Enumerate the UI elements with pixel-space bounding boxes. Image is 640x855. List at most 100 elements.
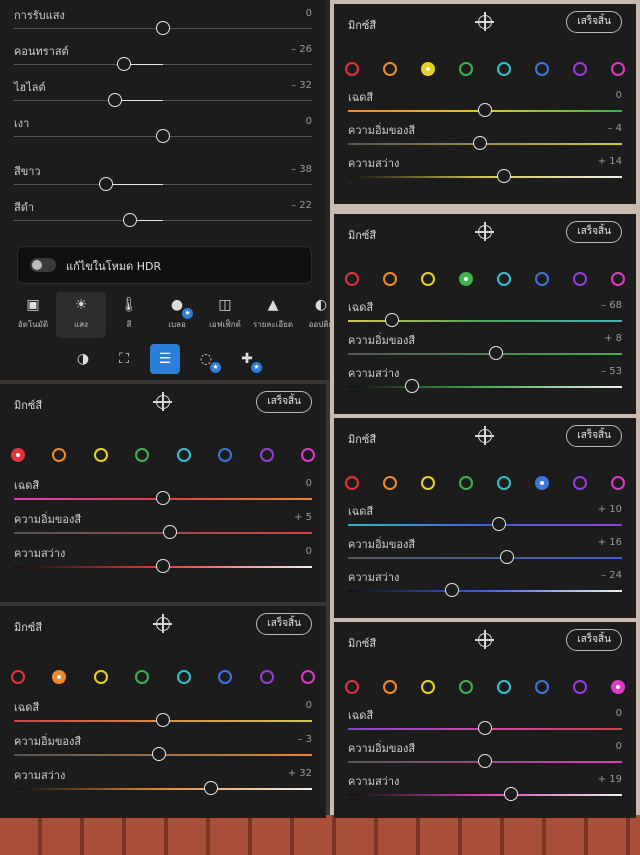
- slider-thumb[interactable]: [488, 346, 503, 360]
- color-swatch[interactable]: [611, 62, 625, 76]
- slider-thumb[interactable]: [405, 379, 420, 393]
- color-swatch[interactable]: [459, 476, 473, 490]
- color-swatch[interactable]: [93, 448, 108, 462]
- color-swatch[interactable]: [176, 448, 191, 462]
- hdr-toggle[interactable]: [30, 258, 56, 272]
- done-button[interactable]: เสร็จสิ้น: [256, 391, 312, 413]
- color-swatch[interactable]: [259, 670, 274, 684]
- hdr-mode-toggle-row[interactable]: แก้ไขในโหมด HDR: [17, 246, 312, 284]
- tool-sun[interactable]: ☀ แสง: [56, 292, 106, 338]
- slider-thumb[interactable]: [156, 129, 170, 143]
- color-swatch[interactable]: [535, 680, 549, 694]
- color-swatch[interactable]: [497, 680, 511, 694]
- color-swatch[interactable]: [383, 680, 397, 694]
- slider-track[interactable]: [348, 353, 622, 355]
- color-swatch[interactable]: [135, 670, 150, 684]
- color-swatch[interactable]: [459, 62, 473, 76]
- tool-effects[interactable]: ◫ เอฟเฟ็กต์: [200, 292, 250, 338]
- slider-track[interactable]: [348, 794, 622, 796]
- slider-thumb[interactable]: [117, 57, 132, 71]
- color-swatch[interactable]: [497, 272, 511, 286]
- color-swatch[interactable]: [135, 448, 150, 462]
- color-swatch[interactable]: [459, 272, 473, 286]
- color-swatch[interactable]: [573, 62, 587, 76]
- slider-track[interactable]: [348, 557, 622, 559]
- target-adjust-icon[interactable]: [475, 426, 494, 445]
- color-swatch[interactable]: [345, 680, 359, 694]
- color-swatch[interactable]: [573, 680, 587, 694]
- slider-thumb[interactable]: [156, 559, 170, 573]
- color-swatch[interactable]: [11, 448, 25, 462]
- color-swatch[interactable]: [176, 670, 191, 684]
- color-swatch[interactable]: [421, 476, 435, 490]
- slider-track[interactable]: [14, 100, 312, 101]
- color-swatch[interactable]: [301, 448, 315, 462]
- tab-sliders[interactable]: ☰: [150, 344, 180, 374]
- slider-track[interactable]: [14, 788, 312, 790]
- color-swatch[interactable]: [535, 272, 549, 286]
- color-swatch[interactable]: [52, 448, 67, 462]
- slider-track[interactable]: [14, 220, 312, 221]
- slider-thumb[interactable]: [156, 713, 170, 727]
- slider-track[interactable]: [14, 64, 312, 65]
- done-button[interactable]: เสร็จสิ้น: [566, 629, 622, 651]
- tool-thermometer[interactable]: 🌡 สี: [104, 292, 154, 338]
- slider-thumb[interactable]: [478, 721, 492, 735]
- color-swatch[interactable]: [611, 272, 625, 286]
- tab-masking[interactable]: ◌ ★: [191, 344, 221, 374]
- color-swatch[interactable]: [535, 476, 549, 490]
- slider-thumb[interactable]: [99, 177, 114, 191]
- slider-thumb[interactable]: [203, 781, 218, 795]
- color-swatch[interactable]: [535, 62, 549, 76]
- color-swatch[interactable]: [345, 272, 359, 286]
- target-adjust-icon[interactable]: [475, 630, 494, 649]
- slider-thumb[interactable]: [497, 169, 512, 183]
- slider-thumb[interactable]: [151, 747, 166, 761]
- color-swatch[interactable]: [497, 62, 511, 76]
- slider-thumb[interactable]: [123, 213, 138, 227]
- color-swatch[interactable]: [573, 476, 587, 490]
- color-swatch[interactable]: [383, 272, 397, 286]
- slider-track[interactable]: [348, 524, 622, 526]
- color-swatch[interactable]: [259, 448, 274, 462]
- slider-thumb[interactable]: [478, 103, 492, 117]
- slider-thumb[interactable]: [499, 550, 514, 564]
- slider-thumb[interactable]: [472, 136, 487, 150]
- color-swatch[interactable]: [383, 476, 397, 490]
- color-swatch[interactable]: [421, 272, 435, 286]
- tab-healing[interactable]: ✚ ★: [232, 344, 262, 374]
- slider-thumb[interactable]: [491, 517, 506, 531]
- color-swatch[interactable]: [611, 680, 625, 694]
- color-swatch[interactable]: [421, 62, 435, 76]
- slider-track[interactable]: [348, 590, 622, 592]
- slider-thumb[interactable]: [504, 787, 519, 801]
- color-swatch[interactable]: [218, 670, 233, 684]
- color-swatch[interactable]: [11, 670, 25, 684]
- done-button[interactable]: เสร็จสิ้น: [566, 425, 622, 447]
- slider-track[interactable]: [348, 176, 622, 178]
- color-swatch[interactable]: [218, 448, 233, 462]
- tool-drop[interactable]: ● เบลอ ★: [152, 292, 202, 338]
- color-swatch[interactable]: [497, 476, 511, 490]
- target-adjust-icon[interactable]: [475, 12, 494, 31]
- slider-thumb[interactable]: [156, 491, 170, 505]
- slider-thumb[interactable]: [108, 93, 123, 107]
- slider-track[interactable]: [348, 386, 622, 388]
- color-swatch[interactable]: [301, 670, 315, 684]
- done-button[interactable]: เสร็จสิ้น: [256, 613, 312, 635]
- tool-auto-image[interactable]: ▣ อัตโนมัติ: [8, 292, 58, 338]
- color-swatch[interactable]: [383, 62, 397, 76]
- color-swatch[interactable]: [93, 670, 108, 684]
- color-swatch[interactable]: [459, 680, 473, 694]
- slider-thumb[interactable]: [445, 583, 460, 597]
- color-swatch[interactable]: [52, 670, 67, 684]
- color-swatch[interactable]: [573, 272, 587, 286]
- tool-triangle[interactable]: ▲ รายละเอียด: [248, 292, 298, 338]
- slider-thumb[interactable]: [384, 313, 399, 327]
- done-button[interactable]: เสร็จสิ้น: [566, 11, 622, 33]
- target-adjust-icon[interactable]: [153, 614, 172, 633]
- color-swatch[interactable]: [345, 476, 359, 490]
- color-swatch[interactable]: [611, 476, 625, 490]
- target-adjust-icon[interactable]: [475, 222, 494, 241]
- slider-thumb[interactable]: [163, 525, 178, 539]
